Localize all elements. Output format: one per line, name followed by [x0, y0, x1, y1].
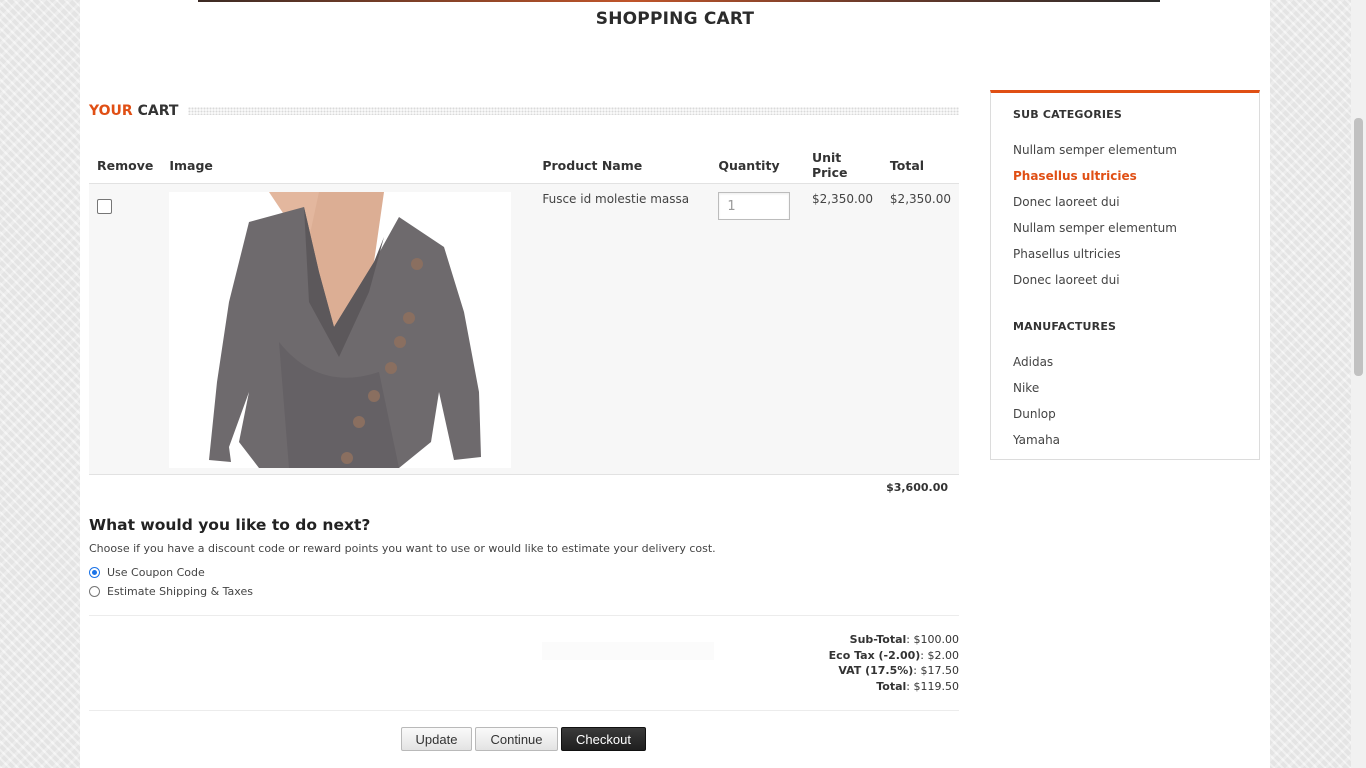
col-total: Total	[881, 147, 959, 184]
quantity-cell: 1	[710, 183, 804, 475]
shipping-option[interactable]: Estimate Shipping & Taxes	[89, 585, 253, 598]
subtotal-row: Sub-Total: $100.00	[849, 633, 959, 646]
scrollbar-thumb[interactable]	[1354, 118, 1363, 376]
table-header-row: Remove Image Product Name Quantity Unit …	[89, 147, 959, 184]
next-steps-description: Choose if you have a discount code or re…	[89, 542, 716, 555]
order-totals: Sub-Total: $100.00 Eco Tax (-2.00): $2.0…	[829, 632, 959, 694]
col-quantity: Quantity	[710, 147, 804, 184]
cart-grand-total: $3,600.00	[886, 481, 948, 494]
manufactures-title: MANUFACTURES	[1013, 320, 1117, 333]
page-scrollbar[interactable]	[1351, 0, 1366, 768]
sidebar-item-subcategory-active[interactable]: Phasellus ultricies	[1013, 169, 1137, 183]
header-banner-strip	[198, 0, 1160, 2]
remove-cell	[89, 183, 162, 475]
shipping-option-label[interactable]: Estimate Shipping & Taxes	[107, 585, 253, 598]
continue-button[interactable]: Continue	[475, 727, 558, 751]
page-container: SHOPPING CART YOUR CART Remove Image Pro…	[80, 0, 1270, 768]
sidebar-item-subcategory[interactable]: Phasellus ultricies	[1013, 247, 1121, 261]
cart-heading-rest: CART	[137, 103, 179, 119]
col-product-name: Product Name	[534, 147, 711, 184]
sidebar-item-subcategory[interactable]: Nullam semper elementum	[1013, 221, 1177, 235]
cart-table: Remove Image Product Name Quantity Unit …	[89, 147, 959, 475]
sidebar-item-subcategory[interactable]: Donec laoreet dui	[1013, 195, 1120, 209]
sidebar-item-subcategory[interactable]: Donec laoreet dui	[1013, 273, 1120, 287]
sidebar-item-manufacturer[interactable]: Yamaha	[1013, 433, 1060, 447]
sidebar-item-subcategory[interactable]: Nullam semper elementum	[1013, 143, 1177, 157]
total-row: Total: $119.50	[876, 679, 959, 693]
sub-categories-title: SUB CATEGORIES	[1013, 108, 1122, 121]
unit-price-cell: $2,350.00	[803, 183, 882, 475]
quantity-input[interactable]: 1	[718, 192, 791, 220]
divider	[89, 710, 959, 711]
cart-heading-accent: YOUR	[89, 103, 133, 119]
sidebar-item-manufacturer[interactable]: Adidas	[1013, 355, 1053, 369]
heading-dotted-rule	[188, 107, 959, 115]
coupon-option-label[interactable]: Use Coupon Code	[107, 566, 205, 579]
divider	[89, 615, 959, 616]
update-button[interactable]: Update	[401, 727, 472, 751]
table-row: Fusce id molestie massa 1 $2,350.00 $2,3…	[89, 183, 959, 475]
col-unit-price: Unit Price	[803, 147, 882, 184]
total-cell: $2,350.00	[881, 183, 959, 475]
cart-section-heading: YOUR CART	[89, 101, 959, 121]
product-name-cell[interactable]: Fusce id molestie massa	[534, 183, 711, 475]
product-photo-sweater-icon	[169, 192, 512, 468]
faded-placeholder-box	[542, 642, 714, 660]
col-remove: Remove	[89, 147, 162, 184]
sidebar-item-manufacturer[interactable]: Nike	[1013, 381, 1039, 395]
coupon-option[interactable]: Use Coupon Code	[89, 566, 205, 579]
col-image: Image	[161, 147, 535, 184]
sidebar: SUB CATEGORIES Nullam semper elementum P…	[990, 90, 1260, 460]
ecotax-row: Eco Tax (-2.00): $2.00	[828, 648, 959, 662]
coupon-radio[interactable]	[89, 567, 100, 578]
shipping-radio[interactable]	[89, 586, 100, 597]
product-image[interactable]	[169, 192, 512, 468]
sidebar-item-manufacturer[interactable]: Dunlop	[1013, 407, 1056, 421]
remove-checkbox[interactable]	[97, 199, 112, 214]
checkout-button[interactable]: Checkout	[561, 727, 646, 751]
image-cell	[161, 183, 535, 475]
page-title: SHOPPING CART	[595, 9, 755, 29]
next-steps-title: What would you like to do next?	[89, 516, 371, 534]
vat-row: VAT (17.5%): $17.50	[838, 664, 959, 677]
